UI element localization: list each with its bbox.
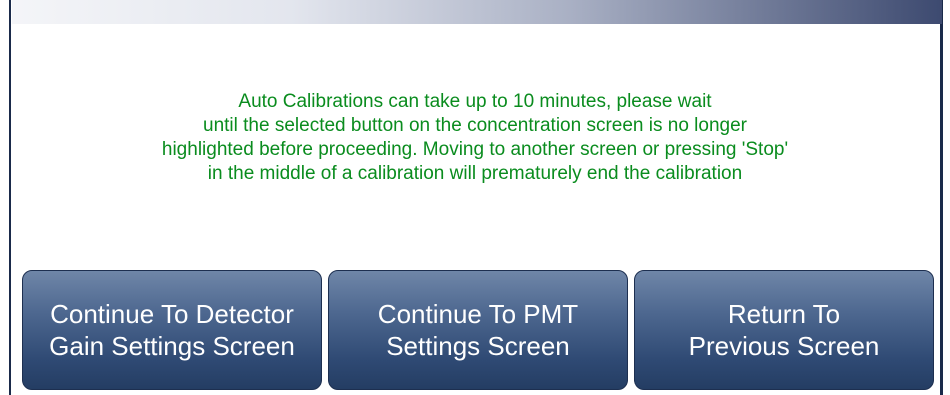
- return-to-previous-screen-button[interactable]: Return To Previous Screen: [634, 270, 934, 390]
- message-line: Auto Calibrations can take up to 10 minu…: [238, 91, 712, 112]
- message-line: in the middle of a calibration will prem…: [207, 163, 743, 184]
- message-line: highlighted before proceeding. Moving to…: [161, 139, 789, 160]
- continue-to-detector-gain-settings-button[interactable]: Continue To Detector Gain Settings Scree…: [22, 270, 322, 390]
- left-frame: [0, 0, 12, 395]
- continue-to-pmt-settings-button[interactable]: Continue To PMT Settings Screen: [328, 270, 628, 390]
- calibration-warning-message: Auto Calibrations can take up to 10 minu…: [20, 90, 930, 186]
- button-label: Settings Screen: [386, 331, 570, 361]
- calibration-info-screen: Auto Calibrations can take up to 10 minu…: [0, 0, 950, 395]
- button-label: Return To: [727, 299, 841, 329]
- button-label: Continue To PMT: [377, 299, 579, 329]
- button-label: Gain Settings Screen: [49, 331, 295, 361]
- button-label: Previous Screen: [688, 331, 880, 361]
- navigation-button-row: Continue To Detector Gain Settings Scree…: [22, 270, 934, 390]
- message-line: until the selected button on the concent…: [203, 115, 747, 136]
- title-bar: [12, 0, 942, 24]
- button-label: Continue To Detector: [50, 299, 294, 329]
- right-frame: [940, 0, 950, 395]
